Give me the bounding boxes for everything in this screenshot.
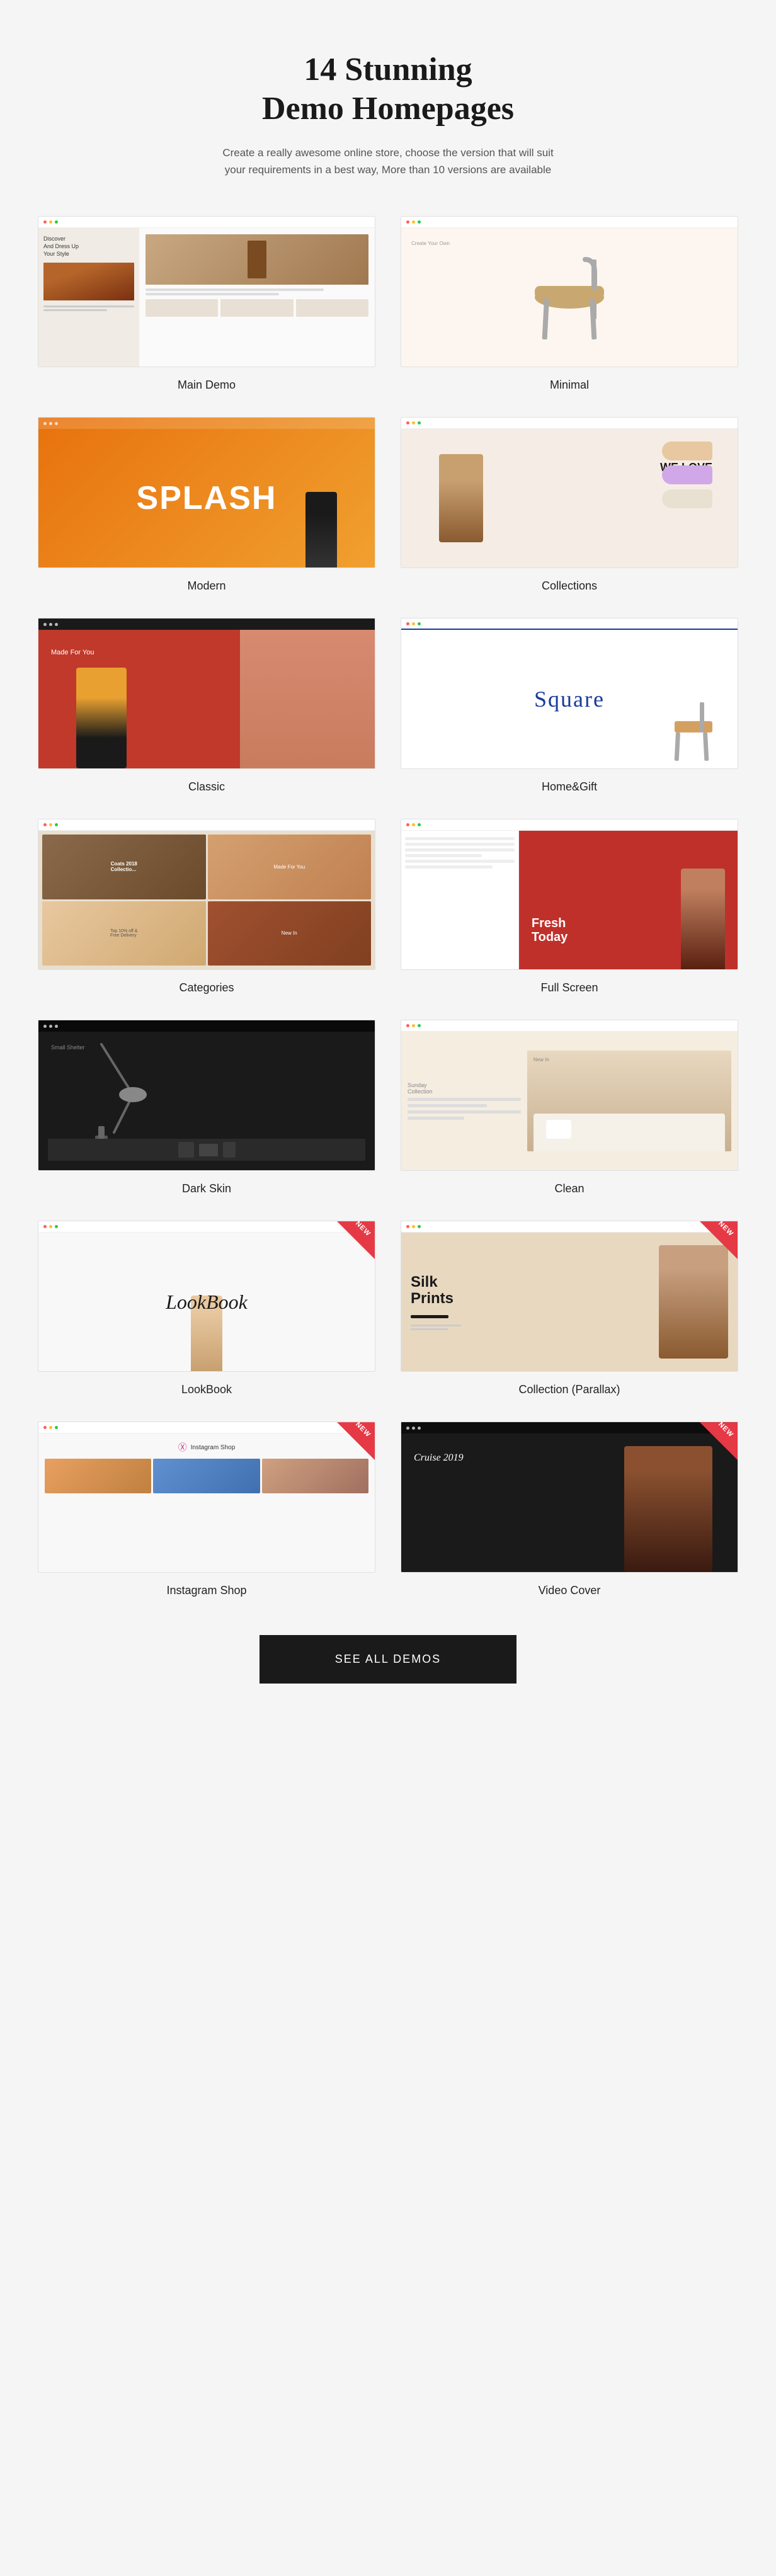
demo-item-lookbook[interactable]: NEW LookBook LookBook <box>38 1221 375 1396</box>
demo-thumbnail-homegift[interactable]: Square <box>401 618 738 769</box>
see-all-demos-button[interactable]: See All Demos <box>260 1635 516 1684</box>
demo-thumbnail-categories[interactable]: Coats 2018Collectio... Made For You Top … <box>38 819 375 970</box>
demo-thumbnail-collectionparallax[interactable]: NEW SilkPrints <box>401 1221 738 1372</box>
demo-item-minimal[interactable]: Create Your Own <box>401 216 738 392</box>
demo-label-clean: Clean <box>554 1182 584 1195</box>
header-description: Create a really awesome online store, ch… <box>212 144 564 178</box>
demo-item-categories[interactable]: Coats 2018Collectio... Made For You Top … <box>38 819 375 994</box>
demo-thumbnail-darkskin[interactable]: Small Shelter <box>38 1020 375 1171</box>
demo-thumbnail-main[interactable]: DiscoverAnd Dress UpYour Style <box>38 216 375 367</box>
demo-label-collections: Collections <box>542 579 597 593</box>
demo-label-minimal: Minimal <box>550 379 589 392</box>
page-title: 14 Stunning Demo Homepages <box>38 50 738 129</box>
demo-label-modern: Modern <box>187 579 225 593</box>
demos-grid: DiscoverAnd Dress UpYour Style <box>38 216 738 1597</box>
demo-label-main: Main Demo <box>178 379 236 392</box>
demo-label-collectionparallax: Collection (Parallax) <box>518 1383 620 1396</box>
demo-label-categories: Categories <box>179 981 234 994</box>
insta-grid-cell-1 <box>45 1459 151 1493</box>
demo-item-fullscreen[interactable]: FreshToday Full Screen <box>401 819 738 994</box>
homegift-chair-svg <box>668 699 719 762</box>
demo-thumbnail-instagram[interactable]: NEW Ⓧ Instagram Shop <box>38 1422 375 1573</box>
demo-label-videocover: Video Cover <box>539 1584 601 1597</box>
demo-item-instagram[interactable]: NEW Ⓧ Instagram Shop <box>38 1422 375 1597</box>
demo-item-videocover[interactable]: NEW Cruise 2019 Video Cover <box>401 1422 738 1597</box>
insta-grid-cell-2 <box>153 1459 260 1493</box>
insta-grid-cell-3 <box>262 1459 368 1493</box>
demo-thumbnail-modern[interactable]: SPLASH <box>38 417 375 568</box>
demo-label-homegift: Home&Gift <box>542 780 597 794</box>
page-wrapper: 14 Stunning Demo Homepages Create a real… <box>0 0 776 1734</box>
demo-thumbnail-lookbook[interactable]: NEW LookBook <box>38 1221 375 1372</box>
demo-thumbnail-fullscreen[interactable]: FreshToday <box>401 819 738 970</box>
see-all-wrapper: See All Demos <box>38 1635 738 1684</box>
header-section: 14 Stunning Demo Homepages Create a real… <box>38 50 738 178</box>
demo-thumbnail-minimal[interactable]: Create Your Own <box>401 216 738 367</box>
demo-item-clean[interactable]: SundayCollection New In <box>401 1020 738 1195</box>
demo-thumbnail-collections[interactable]: LOOKSWE LOVE <box>401 417 738 568</box>
demo-item-classic[interactable]: Made For You Classic <box>38 618 375 794</box>
demo-label-fullscreen: Full Screen <box>540 981 598 994</box>
demo-item-collections[interactable]: LOOKSWE LOVE Collections <box>401 417 738 593</box>
demo-label-darkskin: Dark Skin <box>182 1182 231 1195</box>
demo-thumbnail-clean[interactable]: SundayCollection New In <box>401 1020 738 1171</box>
demo-label-instagram: Instagram Shop <box>166 1584 246 1597</box>
demo-item-collectionparallax[interactable]: NEW SilkPrints <box>401 1221 738 1396</box>
demo-item-modern[interactable]: SPLASH Modern <box>38 417 375 593</box>
demo-label-classic: Classic <box>188 780 225 794</box>
demo-thumbnail-classic[interactable]: Made For You <box>38 618 375 769</box>
minimal-chair-svg <box>519 247 620 348</box>
dark-lamp-svg <box>51 1038 177 1151</box>
demo-label-lookbook: LookBook <box>181 1383 232 1396</box>
demo-item-main[interactable]: DiscoverAnd Dress UpYour Style <box>38 216 375 392</box>
instagram-icon: Ⓧ <box>178 1441 187 1454</box>
demo-item-darkskin[interactable]: Small Shelter <box>38 1020 375 1195</box>
demo-item-homegift[interactable]: Square Home&Gift <box>401 618 738 794</box>
demo-thumbnail-videocover[interactable]: NEW Cruise 2019 <box>401 1422 738 1573</box>
